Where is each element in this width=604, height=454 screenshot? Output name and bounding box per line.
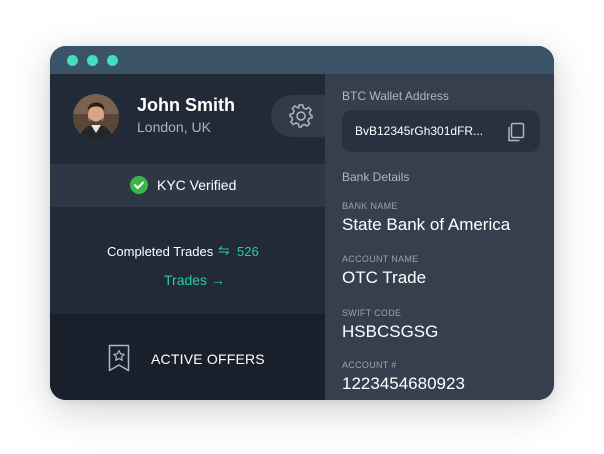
active-offers-label: ACTIVE OFFERS	[151, 351, 265, 367]
account-name-value: OTC Trade	[342, 268, 427, 287]
account-number-value: 1223454680923	[342, 374, 465, 393]
avatar[interactable]	[73, 94, 119, 140]
bank-name-value: State Bank of America	[342, 215, 511, 234]
window-dot-maximize[interactable]	[107, 55, 118, 66]
user-location: London, UK	[137, 119, 211, 135]
check-circle-icon	[130, 176, 148, 194]
window-dot-close[interactable]	[67, 55, 78, 66]
bank-name-label: BANK NAME	[342, 201, 398, 211]
user-avatar-icon	[73, 94, 119, 140]
account-name-label: ACCOUNT NAME	[342, 254, 419, 264]
copy-icon[interactable]	[505, 122, 525, 147]
swift-code-value: HSBCSGSG	[342, 322, 439, 341]
wallet-address-field[interactable]: BvB12345rGh301dFR...	[342, 110, 540, 152]
swap-arrows-icon: ⇋	[218, 242, 230, 258]
user-name: John Smith	[137, 95, 235, 115]
window-dot-minimize[interactable]	[87, 55, 98, 66]
bookmark-star-icon	[108, 344, 130, 377]
profile-panel: John Smith London, UK KYC Verified Compl…	[50, 74, 341, 400]
app-window: John Smith London, UK KYC Verified Compl…	[50, 46, 554, 400]
trades-link[interactable]: Trades →	[164, 272, 225, 288]
bank-details-heading: Bank Details	[342, 170, 410, 184]
swift-code-label: SWIFT CODE	[342, 308, 402, 318]
completed-trades-count: 526	[237, 244, 259, 259]
kyc-status-label: KYC Verified	[157, 177, 237, 193]
account-number-label: ACCOUNT #	[342, 360, 397, 370]
kyc-status-bar: KYC Verified	[50, 164, 325, 207]
active-offers-button[interactable]: ACTIVE OFFERS	[50, 314, 325, 400]
completed-trades-label: Completed Trades	[107, 244, 214, 259]
gear-icon	[289, 104, 313, 128]
payment-details-panel: BTC Wallet Address BvB12345rGh301dFR... …	[325, 74, 554, 400]
wallet-address-value: BvB12345rGh301dFR...	[355, 124, 484, 138]
wallet-heading: BTC Wallet Address	[342, 89, 449, 103]
title-bar	[50, 46, 554, 74]
